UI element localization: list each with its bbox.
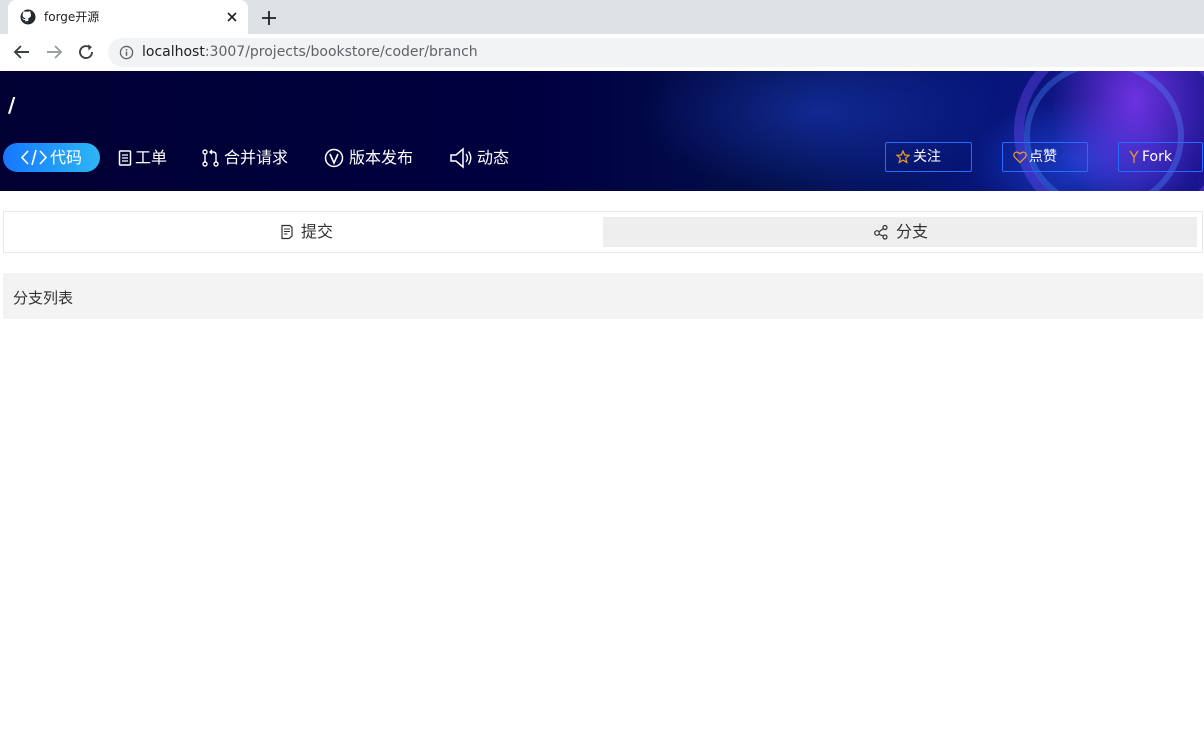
banner-decoration: [1024, 71, 1184, 191]
nav-item-releases[interactable]: 版本发布: [324, 143, 424, 172]
nav-item-merge-requests[interactable]: 合并请求: [200, 143, 300, 172]
nav-item-label: 合并请求: [224, 148, 289, 167]
nav-item-label: 动态: [477, 148, 510, 167]
browser-toolbar: localhost:3007/projects/bookstore/coder/…: [0, 34, 1204, 71]
tab-branches[interactable]: 分支: [603, 217, 1197, 247]
tab-branches-label: 分支: [896, 222, 929, 241]
github-icon: [20, 9, 36, 25]
close-icon[interactable]: [224, 9, 240, 25]
star-icon: [896, 150, 910, 164]
code-subtabs: 提交 分支: [3, 211, 1203, 253]
url-path: :3007/projects/bookstore/coder/branch: [204, 44, 478, 60]
nav-item-activity[interactable]: 动态: [449, 143, 519, 172]
like-label: 点赞: [1029, 149, 1057, 165]
section-title: 分支列表: [13, 289, 74, 307]
watch-button[interactable]: 关注: [885, 142, 972, 172]
document-icon: [118, 150, 132, 166]
info-icon[interactable]: [119, 45, 134, 60]
branch-list-header: 分支列表: [3, 273, 1203, 319]
watch-label: 关注: [913, 149, 941, 165]
new-tab-icon[interactable]: [259, 8, 279, 28]
url-text: localhost:3007/projects/bookstore/coder/…: [142, 44, 478, 61]
project-path: /: [8, 93, 16, 117]
fork-icon: [1129, 150, 1139, 163]
back-arrow-icon[interactable]: [12, 42, 32, 62]
nav-item-label: 工单: [135, 148, 168, 167]
tab-title: forge开源: [44, 10, 100, 24]
reload-icon[interactable]: [76, 42, 96, 62]
browser-tab-bar: forge开源: [0, 0, 1204, 34]
url-host: localhost: [142, 44, 205, 60]
nav-item-label: 版本发布: [349, 148, 414, 167]
commit-document-icon: [281, 224, 293, 240]
heart-icon: [1013, 151, 1027, 164]
fork-label: Fork: [1142, 149, 1172, 165]
nav-item-issues[interactable]: 工单: [116, 143, 176, 172]
speaker-icon: [450, 147, 472, 169]
tab-commits-label: 提交: [301, 222, 334, 241]
code-icon: [21, 149, 47, 166]
fork-button[interactable]: Fork: [1118, 142, 1203, 172]
like-button[interactable]: 点赞: [1002, 142, 1088, 172]
nav-item-code[interactable]: 代码: [3, 143, 100, 172]
branch-share-icon: [874, 224, 888, 240]
nav-item-label: 代码: [50, 148, 83, 167]
browser-tab[interactable]: forge开源: [8, 0, 248, 34]
merge-request-icon: [202, 149, 219, 167]
project-header: / 代码 工单 合并请求 版本发布 动态 关注 点赞 Fork: [0, 71, 1204, 191]
address-bar[interactable]: localhost:3007/projects/bookstore/coder/…: [108, 38, 1204, 67]
forward-arrow-icon[interactable]: [44, 42, 64, 62]
tab-commits[interactable]: 提交: [4, 217, 602, 247]
version-icon: [324, 148, 344, 168]
